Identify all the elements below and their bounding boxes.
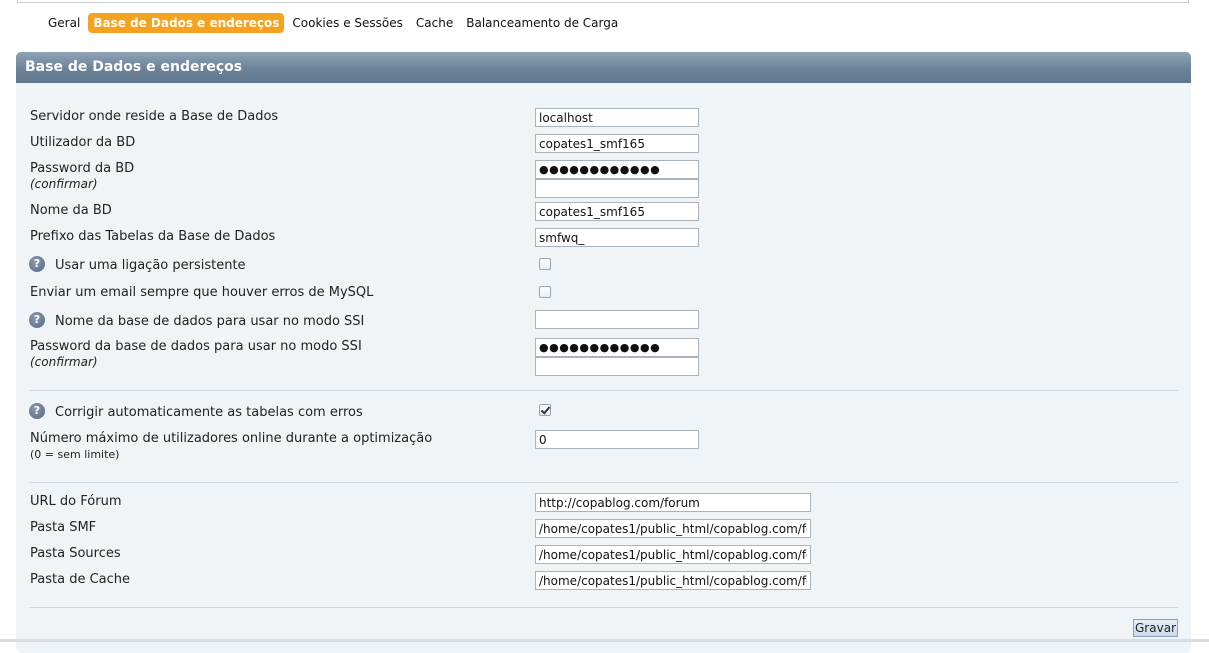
help-icon[interactable]: ? bbox=[29, 403, 45, 419]
persistent-label: Usar uma ligação persistente bbox=[55, 258, 246, 273]
db-password-label: Password da BD bbox=[30, 161, 135, 176]
forum-url-label: URL do Fórum bbox=[30, 494, 122, 509]
db-password-confirm-label: (confirmar) bbox=[30, 177, 98, 191]
db-prefix-input[interactable] bbox=[535, 228, 699, 247]
auto-fix-label: Corrigir automaticamente as tabelas com … bbox=[55, 405, 363, 420]
db-server-label: Servidor onde reside a Base de Dados bbox=[30, 109, 279, 124]
email-errors-label: Enviar um email sempre que houver erros … bbox=[30, 285, 374, 300]
db-prefix-label: Prefixo das Tabelas da Base de Dados bbox=[30, 229, 276, 244]
tab-cache[interactable]: Cache bbox=[411, 13, 458, 33]
sources-dir-input[interactable] bbox=[535, 545, 811, 564]
top-frame bbox=[17, 0, 1189, 3]
divider bbox=[29, 607, 1178, 608]
smf-dir-input[interactable] bbox=[535, 519, 811, 538]
ssi-db-name-input[interactable] bbox=[535, 310, 699, 329]
tab-cookies-sessoes[interactable]: Cookies e Sessões bbox=[287, 13, 407, 33]
section-title: Base de Dados e endereços bbox=[25, 59, 243, 75]
save-button[interactable]: Gravar bbox=[1133, 619, 1178, 637]
persistent-checkbox[interactable] bbox=[539, 258, 551, 270]
ssi-db-password-confirm-label: (confirmar) bbox=[30, 355, 98, 369]
tab-balanceamento[interactable]: Balanceamento de Carga bbox=[461, 13, 623, 33]
db-name-input[interactable] bbox=[535, 202, 699, 221]
help-icon[interactable]: ? bbox=[29, 256, 45, 272]
ssi-db-name-label: Nome da base de dados para usar no modo … bbox=[55, 314, 365, 329]
tab-base-de-dados[interactable]: Base de Dados e endereços bbox=[88, 13, 285, 33]
help-icon[interactable]: ? bbox=[29, 312, 45, 328]
forum-url-input[interactable] bbox=[535, 493, 811, 512]
auto-fix-checkbox[interactable] bbox=[539, 404, 551, 416]
settings-tabs: Geral Base de Dados e endereços Cookies … bbox=[43, 13, 626, 33]
cache-dir-input[interactable] bbox=[535, 571, 811, 590]
db-password-input[interactable] bbox=[535, 160, 699, 179]
cache-dir-label: Pasta de Cache bbox=[30, 572, 131, 587]
tab-geral[interactable]: Geral bbox=[43, 13, 85, 33]
divider bbox=[29, 390, 1178, 391]
max-users-note: (0 = sem limite) bbox=[30, 448, 120, 461]
email-errors-checkbox[interactable] bbox=[539, 286, 551, 298]
ssi-db-password-confirm-input[interactable] bbox=[535, 357, 699, 376]
db-user-input[interactable] bbox=[535, 134, 699, 153]
section-header: Base de Dados e endereços bbox=[16, 52, 1191, 83]
smf-dir-label: Pasta SMF bbox=[30, 520, 97, 535]
db-server-input[interactable] bbox=[535, 108, 699, 127]
divider bbox=[29, 482, 1178, 483]
db-name-label: Nome da BD bbox=[30, 203, 112, 218]
db-password-confirm-input[interactable] bbox=[535, 179, 699, 198]
sources-dir-label: Pasta Sources bbox=[30, 546, 121, 561]
ssi-db-password-input[interactable] bbox=[535, 338, 699, 357]
max-users-input[interactable] bbox=[535, 430, 699, 449]
ssi-db-password-label: Password da base de dados para usar no m… bbox=[30, 339, 362, 354]
max-users-label: Número máximo de utilizadores online dur… bbox=[30, 431, 433, 446]
db-user-label: Utilizador da BD bbox=[30, 135, 136, 150]
